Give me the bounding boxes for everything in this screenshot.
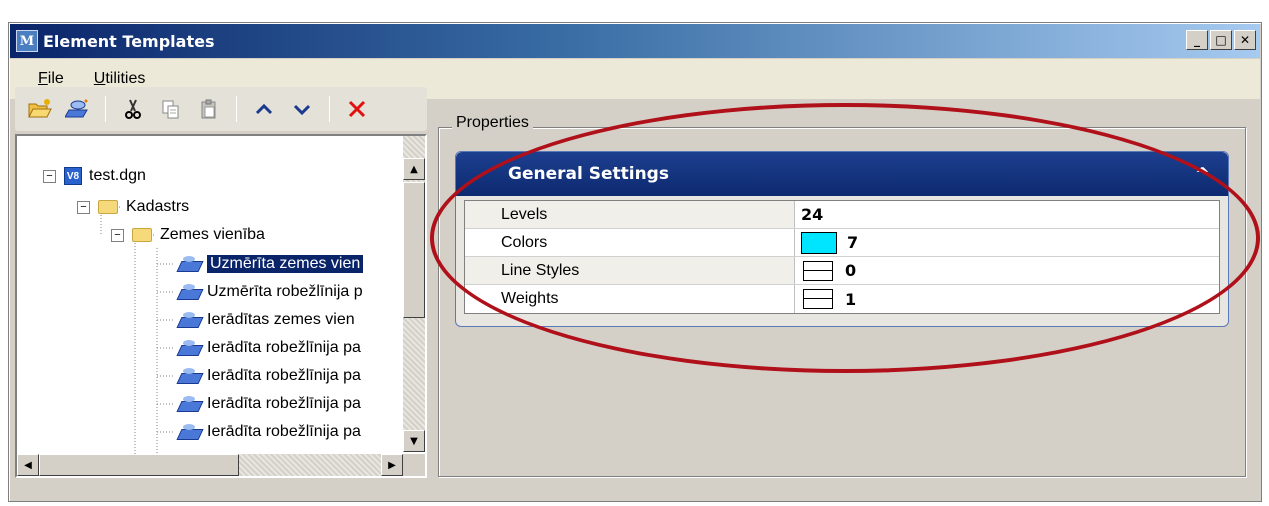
vertical-scroll-thumb[interactable] xyxy=(403,182,425,318)
dgn-file-icon: V8 xyxy=(64,167,82,185)
toolbar-separator xyxy=(236,96,237,122)
menu-file-rest: ile xyxy=(47,70,64,87)
copy-icon[interactable] xyxy=(156,95,186,123)
scroll-up-button[interactable]: ▲ xyxy=(403,158,425,180)
paste-icon[interactable] xyxy=(194,95,224,123)
property-row-weights[interactable]: Weights 1 xyxy=(465,285,1219,313)
property-value-field[interactable]: 7 xyxy=(795,229,1219,256)
property-value: 7 xyxy=(847,233,859,252)
template-icon xyxy=(177,311,201,329)
general-settings-header[interactable]: General Settings ^ xyxy=(456,152,1228,196)
collapse-chevron-icon[interactable]: ^ xyxy=(1195,164,1210,185)
vertical-scrollbar[interactable]: ▲ ▼ xyxy=(403,136,425,452)
title-bar[interactable]: M Element Templates _ □ ✕ xyxy=(10,24,1260,58)
close-button[interactable]: ✕ xyxy=(1234,30,1256,50)
horizontal-scrollbar[interactable]: ◀ ▶ xyxy=(17,454,403,476)
property-value-field[interactable]: 24 xyxy=(795,201,1219,228)
tree-node-folder[interactable]: − Kadastrs xyxy=(77,193,189,221)
template-icon xyxy=(177,395,201,413)
color-swatch xyxy=(801,231,837,254)
horizontal-scroll-thumb[interactable] xyxy=(39,454,239,476)
property-row-colors[interactable]: Colors 7 xyxy=(465,229,1219,257)
move-down-icon[interactable] xyxy=(287,95,317,123)
tree-node-label: Uzmērīta robežlīnija p xyxy=(207,283,363,300)
folder-icon xyxy=(132,228,152,242)
tree-node-label: Zemes vienība xyxy=(160,226,265,243)
menu-utilities[interactable]: Utilities xyxy=(94,70,146,88)
template-toolbar xyxy=(15,87,427,131)
tree-node-label: Ierādīta robežlīnija pa xyxy=(207,423,361,440)
tree-node-template[interactable]: Uzmērīta robežlīnija p xyxy=(177,278,363,306)
tree-node-template[interactable]: Ierādīta robežlīnija pa xyxy=(177,418,361,446)
collapse-icon[interactable]: − xyxy=(43,169,56,183)
tree-node-template[interactable]: Ierādītas zemes vien xyxy=(177,306,355,334)
property-value: 1 xyxy=(845,289,857,309)
tree-node-label: Ierādīta robežlīnija pa xyxy=(207,339,361,356)
property-value: 24 xyxy=(801,205,824,224)
delete-icon[interactable] xyxy=(342,95,372,123)
maximize-button[interactable]: □ xyxy=(1210,30,1232,50)
scroll-right-button[interactable]: ▶ xyxy=(381,454,403,476)
minimize-button[interactable]: _ xyxy=(1186,30,1208,50)
menu-utilities-mnemonic: U xyxy=(93,70,106,87)
tree-node-label: Uzmērīta zemes vien xyxy=(207,255,364,273)
template-icon xyxy=(177,255,201,273)
tree-node-template[interactable]: Uzmērīta zemes vien xyxy=(177,250,364,278)
tree-node-template[interactable]: Ierādīta robežlīnija pa xyxy=(177,362,361,390)
property-value-field[interactable]: 1 xyxy=(795,285,1219,313)
property-row-levels[interactable]: Levels 24 xyxy=(465,201,1219,229)
tree-node-label: Kadastrs xyxy=(126,198,190,215)
collapse-icon[interactable]: − xyxy=(111,228,124,242)
tree-node-template[interactable]: Ierādīta robežlīnija pa xyxy=(177,334,361,362)
tree-node-label: Ierādītas zemes vien xyxy=(207,311,355,328)
collapse-icon[interactable]: − xyxy=(77,200,90,214)
property-value: 0 xyxy=(845,261,857,280)
property-row-line-styles[interactable]: Line Styles 0 xyxy=(465,257,1219,285)
toolbar-separator xyxy=(329,96,330,122)
tree-node-template[interactable]: Ierādīta robežlīnija pa xyxy=(177,390,361,418)
property-name: Weights xyxy=(465,285,795,313)
properties-table: Levels 24 Colors 7 Line Styles 0 Weights… xyxy=(464,200,1220,314)
tree-node-root[interactable]: − V8 test.dgn xyxy=(43,162,146,190)
properties-legend: Properties xyxy=(452,114,533,132)
scroll-down-button[interactable]: ▼ xyxy=(403,430,425,452)
property-name: Line Styles xyxy=(465,257,795,284)
window-title: Element Templates xyxy=(43,31,215,51)
property-value-field[interactable]: 0 xyxy=(795,257,1219,284)
open-folder-icon[interactable] xyxy=(25,95,55,123)
general-settings-title: General Settings xyxy=(508,164,669,184)
tree-node-label: Ierādīta robežlīnija pa xyxy=(207,395,361,412)
line-weight-icon xyxy=(803,289,833,309)
property-name: Levels xyxy=(465,201,795,228)
tree-node-label: test.dgn xyxy=(89,167,146,184)
folder-icon xyxy=(98,200,118,214)
move-up-icon[interactable] xyxy=(249,95,279,123)
app-icon: M xyxy=(16,30,38,52)
template-icon xyxy=(177,283,201,301)
menu-file-mnemonic: F xyxy=(38,70,48,87)
template-icon xyxy=(177,367,201,385)
menu-utilities-rest: tilities xyxy=(105,70,146,87)
scroll-left-button[interactable]: ◀ xyxy=(17,454,39,476)
property-name: Colors xyxy=(465,229,795,256)
line-style-icon xyxy=(803,260,833,281)
new-template-icon[interactable] xyxy=(63,95,93,123)
window-controls: _ □ ✕ xyxy=(1186,30,1256,50)
template-icon xyxy=(177,339,201,357)
general-settings-panel: General Settings ^ Levels 24 Colors 7 Li… xyxy=(455,151,1229,327)
template-icon xyxy=(177,423,201,441)
template-tree[interactable]: − V8 test.dgn − Kadastrs − Zemes vienība… xyxy=(15,134,427,478)
scrollbar-corner xyxy=(403,454,425,476)
cut-icon[interactable] xyxy=(118,95,148,123)
toolbar-separator xyxy=(105,96,106,122)
tree-node-subfolder[interactable]: − Zemes vienība xyxy=(111,221,265,249)
menu-file[interactable]: File xyxy=(38,70,64,88)
tree-node-label: Ierādīta robežlīnija pa xyxy=(207,367,361,384)
